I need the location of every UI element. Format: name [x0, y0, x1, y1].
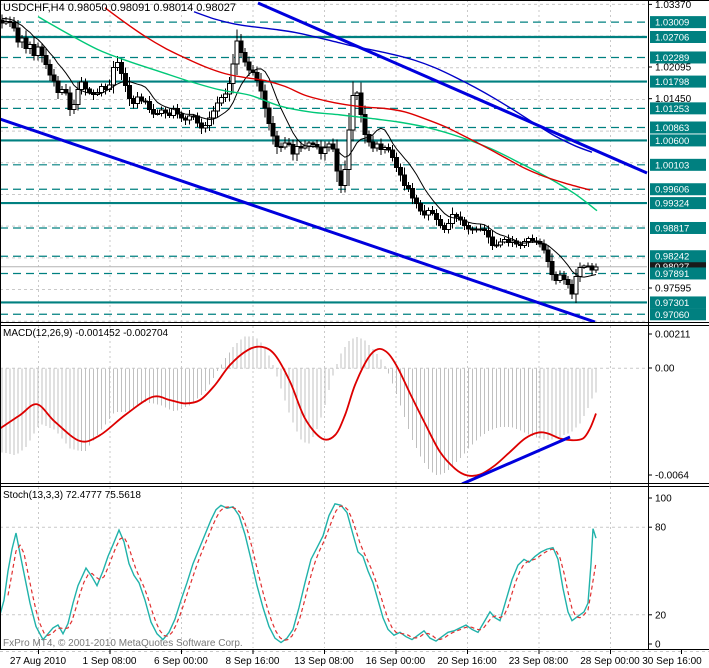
svg-text:1.03009: 1.03009 — [655, 18, 689, 29]
svg-text:1.02706: 1.02706 — [655, 32, 689, 43]
svg-text:1.01798: 1.01798 — [655, 77, 689, 88]
svg-text:30 Sep 16:00: 30 Sep 16:00 — [642, 656, 702, 667]
svg-text:100: 100 — [655, 494, 672, 505]
svg-text:0.97595: 0.97595 — [655, 283, 692, 294]
svg-text:1 Sep 08:00: 1 Sep 08:00 — [83, 656, 137, 667]
mt4-chart-window: 1.03370 1.02095 1.01450 0.97595 0.00211 0.00-… — [0, 0, 709, 668]
svg-text:1.00600: 1.00600 — [655, 136, 689, 147]
svg-text:1.02289: 1.02289 — [655, 53, 689, 64]
svg-text:23 Sep 08:00: 23 Sep 08:00 — [509, 656, 569, 667]
svg-text:28 Sep 00:00: 28 Sep 00:00 — [580, 656, 640, 667]
svg-text:0.00211: 0.00211 — [655, 330, 691, 341]
svg-text:6 Sep 00:00: 6 Sep 00:00 — [154, 656, 208, 667]
svg-text:80: 80 — [655, 523, 667, 534]
svg-text:27 Aug 2010: 27 Aug 2010 — [10, 656, 67, 667]
svg-text:1.00103: 1.00103 — [655, 160, 689, 171]
svg-text:1.02095: 1.02095 — [655, 63, 692, 74]
stoch-indicator-label: Stoch(13,3,3) 72.4777 75.5618 — [3, 490, 141, 501]
svg-text:0.00: 0.00 — [655, 364, 675, 375]
svg-text:1.00863: 1.00863 — [655, 123, 689, 134]
svg-text:-0.0064: -0.0064 — [655, 471, 689, 482]
svg-text:0.98242: 0.98242 — [655, 252, 689, 263]
svg-text:0.97301: 0.97301 — [655, 298, 689, 309]
time-axis-labels: 27 Aug 2010 1 Sep 08:00 6 Sep 00:00 8 Sep 1… — [10, 650, 702, 667]
macd-indicator-label: MACD(12,26,9) -0.001452 -0.002704 — [3, 328, 169, 339]
svg-text:0.97060: 0.97060 — [655, 310, 689, 321]
symbol-title: USDCHF,H4 0.98050 0.98091 0.98014 0.9802… — [3, 2, 237, 14]
svg-text:1.03370: 1.03370 — [655, 0, 692, 11]
svg-text:20: 20 — [655, 610, 667, 621]
svg-text:20 Sep 16:00: 20 Sep 16:00 — [437, 656, 497, 667]
svg-text:1.01253: 1.01253 — [655, 104, 689, 115]
svg-text:8 Sep 16:00: 8 Sep 16:00 — [226, 656, 280, 667]
stoch-panel-area[interactable] — [0, 487, 647, 648]
svg-text:0.99606: 0.99606 — [655, 185, 689, 196]
svg-text:0.99324: 0.99324 — [655, 199, 689, 210]
svg-text:13 Sep 08:00: 13 Sep 08:00 — [294, 656, 354, 667]
svg-text:0.98817: 0.98817 — [655, 223, 689, 234]
svg-text:16 Sep 00:00: 16 Sep 00:00 — [366, 656, 426, 667]
platform-watermark: FxPro MT4, © 2001-2010 MetaQuotes Softwa… — [3, 638, 243, 649]
svg-text:0.97891: 0.97891 — [655, 269, 689, 280]
macd-panel-area[interactable] — [0, 326, 647, 483]
svg-text:0: 0 — [655, 640, 661, 651]
